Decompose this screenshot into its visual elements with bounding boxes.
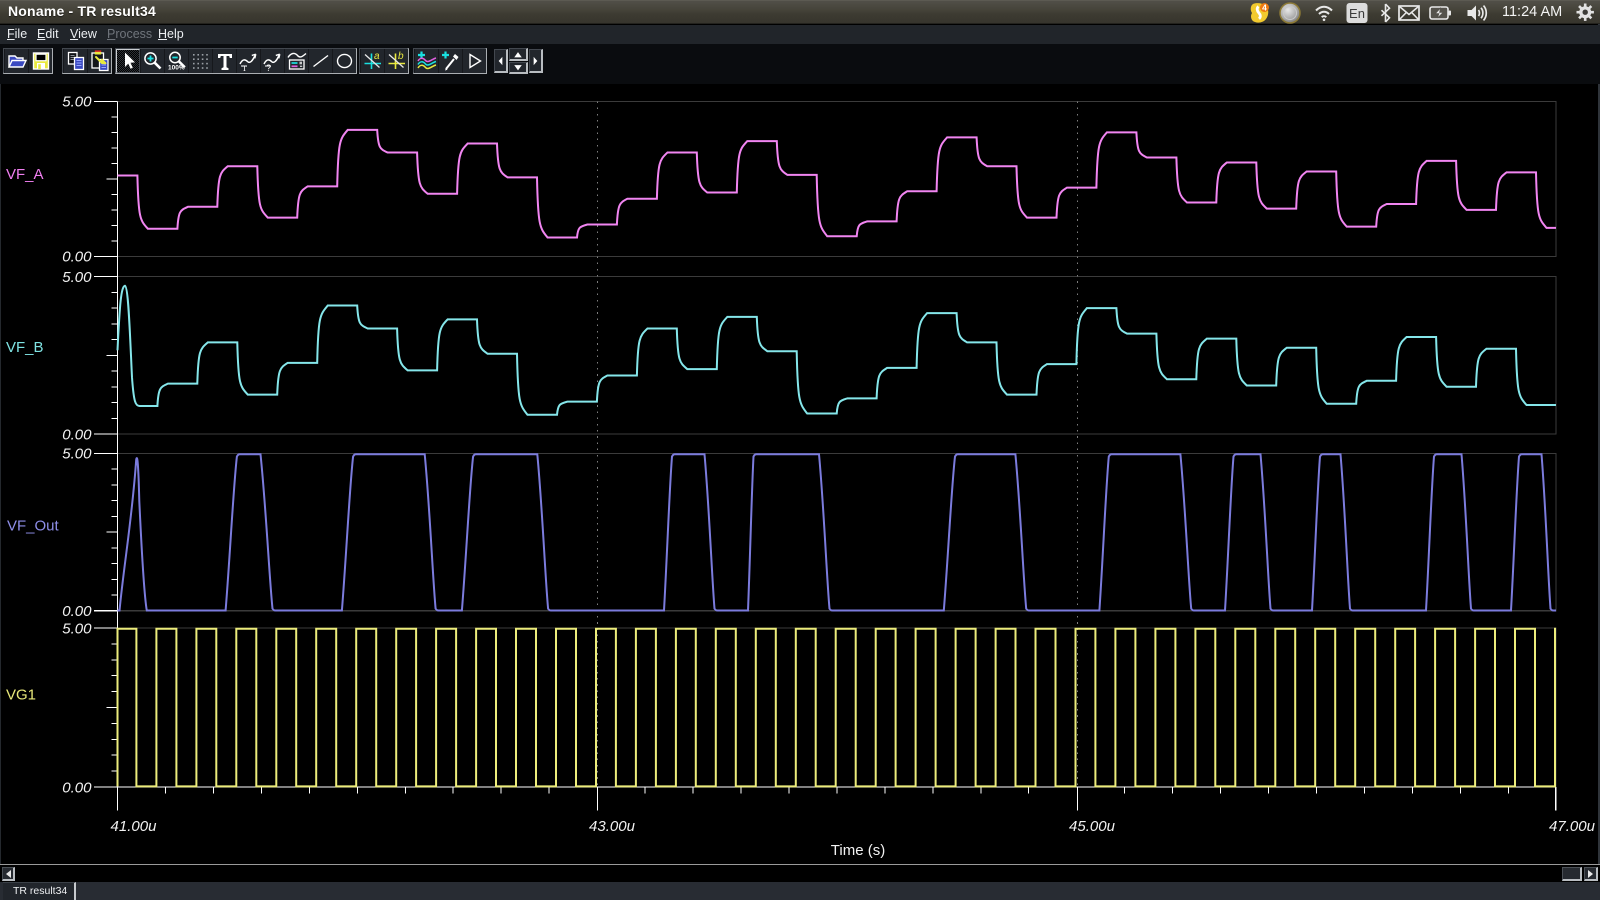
svg-text:5.00: 5.00: [62, 269, 92, 286]
svg-text:0.00: 0.00: [62, 603, 92, 620]
svg-text:0.00: 0.00: [62, 249, 92, 266]
svg-text:43.00u: 43.00u: [589, 818, 636, 835]
svg-text:VF_B: VF_B: [6, 339, 44, 356]
svg-text:Time (s): Time (s): [831, 842, 885, 859]
svg-text:VF_Out: VF_Out: [7, 518, 60, 535]
svg-text:45.00u: 45.00u: [1069, 818, 1116, 835]
svg-text:0.00: 0.00: [62, 779, 92, 796]
svg-text:5.00: 5.00: [62, 94, 92, 111]
svg-text:41.00u: 41.00u: [111, 818, 158, 835]
svg-text:VG1: VG1: [6, 687, 36, 704]
svg-text:47.00u: 47.00u: [1549, 818, 1596, 835]
svg-text:VF_A: VF_A: [6, 166, 44, 183]
svg-text:0.00: 0.00: [62, 426, 92, 443]
svg-text:5.00: 5.00: [62, 620, 92, 637]
svg-text:5.00: 5.00: [62, 446, 92, 463]
